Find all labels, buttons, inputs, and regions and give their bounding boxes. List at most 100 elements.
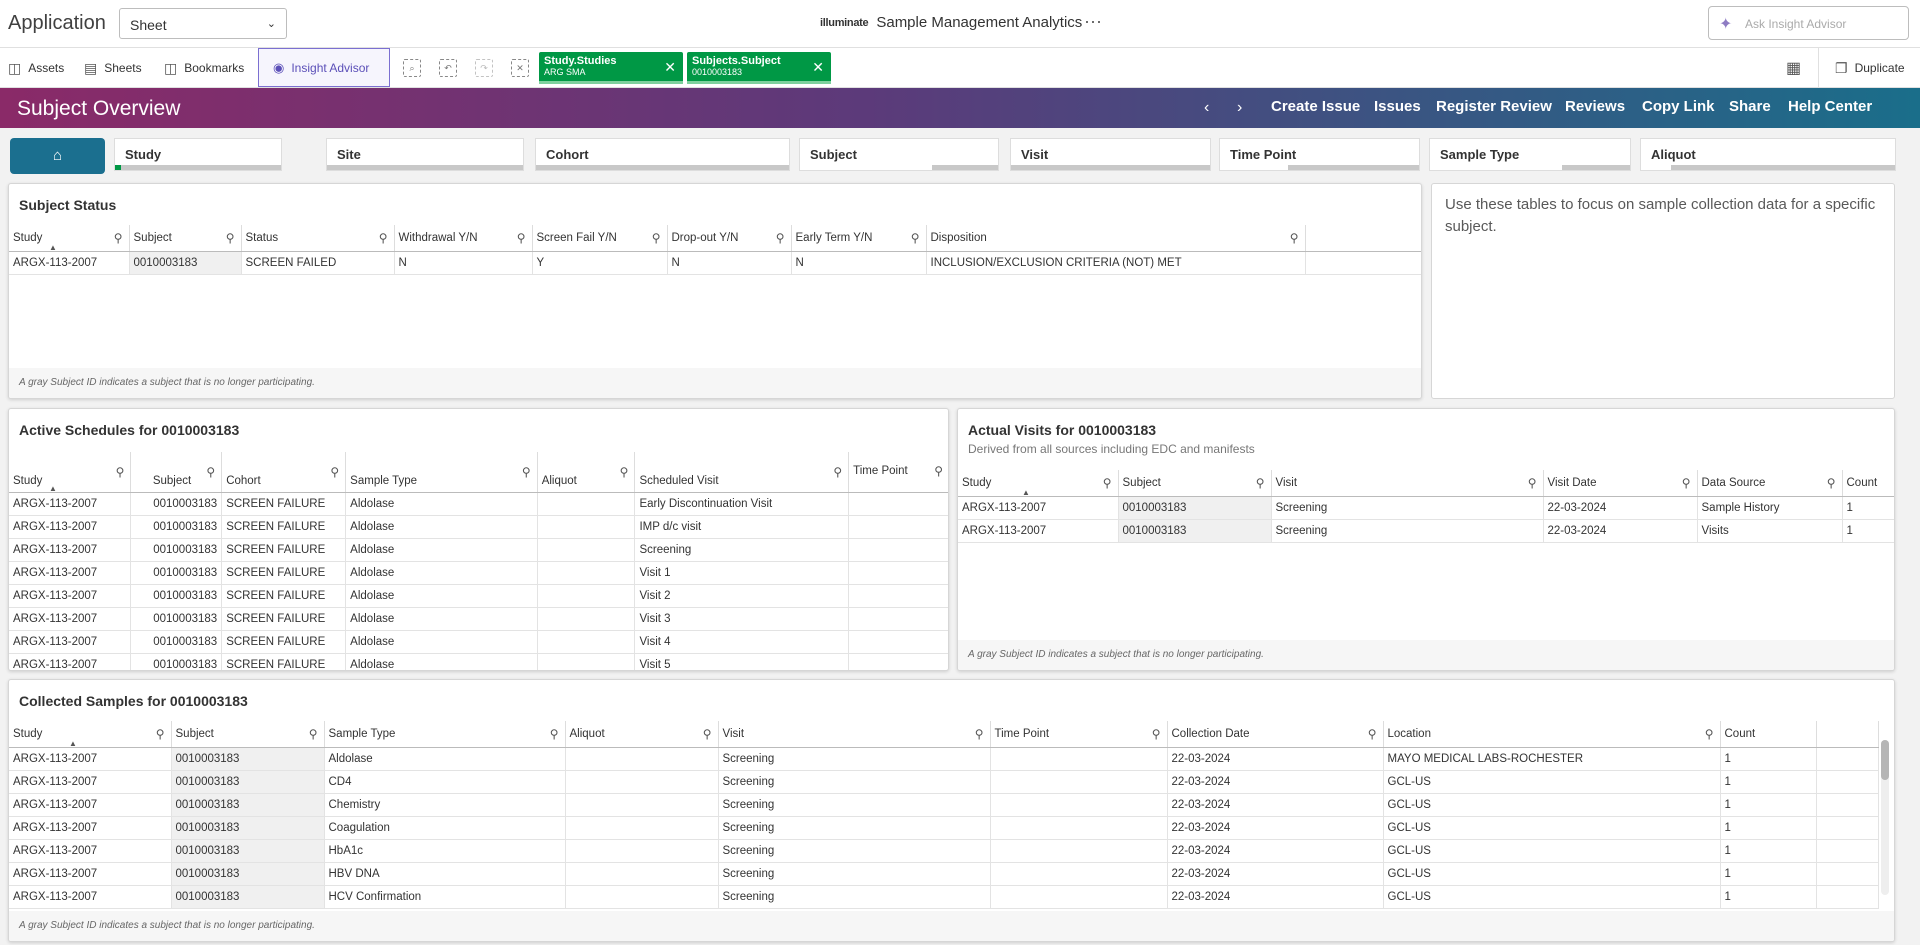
table-cell[interactable] [848,492,948,516]
table-cell[interactable]: 1 [1720,839,1817,863]
search-icon[interactable]: ⚲ [1103,476,1112,490]
table-cell[interactable]: 22-03-2024 [1167,885,1384,909]
search-icon[interactable]: ⚲ [833,465,842,479]
search-icon[interactable]: ⚲ [1528,476,1537,490]
search-icon[interactable]: ⚲ [1256,476,1265,490]
column-header[interactable]: Location ⚲ [1383,721,1721,748]
table-cell[interactable]: ARGX-113-2007 [9,839,172,863]
column-header[interactable]: Collection Date ⚲ [1167,721,1384,748]
table-cell[interactable]: ARGX-113-2007 [9,607,132,631]
step-back-icon[interactable]: ↶ [439,59,457,77]
table-cell[interactable]: SCREEN FAILURE [221,653,347,670]
cell-status[interactable]: SCREEN FAILED [241,251,395,275]
column-header[interactable]: Time Point ⚲ [848,452,948,493]
table-row[interactable]: ARGX-113-2007 0010003183 HBV DNA Screening 2… [9,862,1879,886]
table-cell[interactable] [537,653,636,670]
table-cell[interactable]: Aldolase [345,515,538,539]
table-cell[interactable]: ARGX-113-2007 [9,862,172,886]
search-icon[interactable]: ⚲ [934,464,943,478]
table-cell[interactable] [848,653,948,670]
search-icon[interactable]: ⚲ [703,727,712,741]
table-cell[interactable]: 0010003183 [171,839,325,863]
table-cell[interactable]: Visit 4 [634,630,850,654]
table-cell[interactable] [990,862,1168,886]
table-cell[interactable]: ARGX-113-2007 [9,630,132,654]
table-cell[interactable]: 22-03-2024 [1167,862,1384,886]
table-cell[interactable]: 1 [1720,862,1817,886]
column-header[interactable]: Subject ⚲ [1118,470,1272,497]
table-cell[interactable]: Early Discontinuation Visit [634,492,850,516]
table-cell[interactable]: Screening [718,862,991,886]
table-row[interactable]: ARGX-113-2007 0010003183 Coagulation Screen… [9,816,1879,840]
previous-sheet-icon[interactable]: ‹ [1204,99,1209,117]
table-cell[interactable]: GCL-US [1383,862,1721,886]
table-cell[interactable]: ARGX-113-2007 [9,492,132,516]
table-cell[interactable]: Screening [718,793,991,817]
column-header[interactable]: Subject ⚲ [171,721,325,748]
table-cell[interactable]: Visit 5 [634,653,850,670]
cell-withdrawal[interactable]: N [394,251,533,275]
table-cell[interactable]: Aldolase [345,584,538,608]
filter-aliquot[interactable]: Aliquot [1640,138,1896,171]
search-icon[interactable]: ⚲ [620,465,629,479]
table-cell[interactable]: Coagulation [324,816,566,840]
table-cell[interactable]: 0010003183 [130,607,223,631]
table-cell[interactable]: Screening [718,770,991,794]
table-cell[interactable]: Screening [1271,496,1544,520]
table-cell[interactable]: Visit 3 [634,607,850,631]
table-cell[interactable] [537,584,636,608]
issues-link[interactable]: Issues [1374,98,1421,115]
selection-chip-subject[interactable]: Subjects.Subject 0010003183 ✕ [687,52,831,84]
table-cell[interactable] [537,561,636,585]
cell-study[interactable]: ARGX-113-2007 [9,251,130,275]
table-cell[interactable] [848,561,948,585]
column-header[interactable]: Aliquot ⚲ [537,452,636,493]
table-cell[interactable]: 0010003183 [130,538,223,562]
search-icon[interactable]: ⚲ [1290,231,1299,245]
table-cell[interactable]: Screening [718,839,991,863]
table-cell[interactable] [537,492,636,516]
table-cell[interactable]: 0010003183 [130,630,223,654]
column-header[interactable]: Aliquot ⚲ [565,721,719,748]
table-cell[interactable]: ARGX-113-2007 [9,561,132,585]
table-cell[interactable]: SCREEN FAILURE [221,584,347,608]
column-header[interactable]: Disposition ⚲ [926,225,1306,252]
bookmarks-button[interactable]: ◫ Bookmarks [164,48,244,88]
search-icon[interactable]: ⚲ [776,231,785,245]
column-header[interactable]: Cohort ⚲ [221,452,347,493]
search-icon[interactable]: ⚲ [550,727,559,741]
reviews-link[interactable]: Reviews [1565,98,1625,115]
column-header[interactable]: Data Source ⚲ [1697,470,1843,497]
table-cell[interactable]: 1 [1720,885,1817,909]
filter-visit[interactable]: Visit [1010,138,1211,171]
sheets-button[interactable]: ▤ Sheets [84,48,142,88]
table-cell[interactable]: ARGX-113-2007 [9,538,132,562]
close-icon[interactable]: ✕ [812,59,824,76]
table-row[interactable]: ARGX-113-2007 0010003183 Chemistry Screenin… [9,793,1879,817]
search-icon[interactable]: ⚲ [114,231,123,245]
share-link[interactable]: Share [1729,98,1771,115]
table-cell[interactable] [565,770,719,794]
selection-chip-study[interactable]: Study.Studies ARG SMA ✕ [539,52,683,84]
search-icon[interactable]: ⚲ [206,465,215,479]
table-row[interactable]: ARGX-113-2007 0010003183 SCREEN FAILURE Ald… [9,584,948,608]
table-cell[interactable] [848,630,948,654]
search-icon[interactable]: ⚲ [517,231,526,245]
table-cell[interactable]: 1 [1720,747,1817,771]
search-icon[interactable]: ⚲ [1368,727,1377,741]
column-header[interactable]: Sample Type ⚲ [324,721,566,748]
column-header[interactable]: Subject ⚲ [129,225,242,252]
search-icon[interactable]: ⚲ [911,231,920,245]
table-cell[interactable]: GCL-US [1383,816,1721,840]
table-cell[interactable]: CD4 [324,770,566,794]
table-cell[interactable] [537,538,636,562]
column-header[interactable]: Drop-out Y/N ⚲ [667,225,792,252]
table-cell[interactable]: 0010003183 [130,584,223,608]
table-cell[interactable]: Screening [718,747,991,771]
table-cell[interactable] [565,839,719,863]
column-header[interactable]: Withdrawal Y/N ⚲ [394,225,533,252]
table-cell[interactable]: 1 [1720,793,1817,817]
table-row[interactable]: ARGX-113-2007 0010003183 SCREEN FAILURE Ald… [9,607,948,631]
column-header[interactable]: Status ⚲ [241,225,395,252]
vertical-scrollbar[interactable] [1881,740,1889,895]
